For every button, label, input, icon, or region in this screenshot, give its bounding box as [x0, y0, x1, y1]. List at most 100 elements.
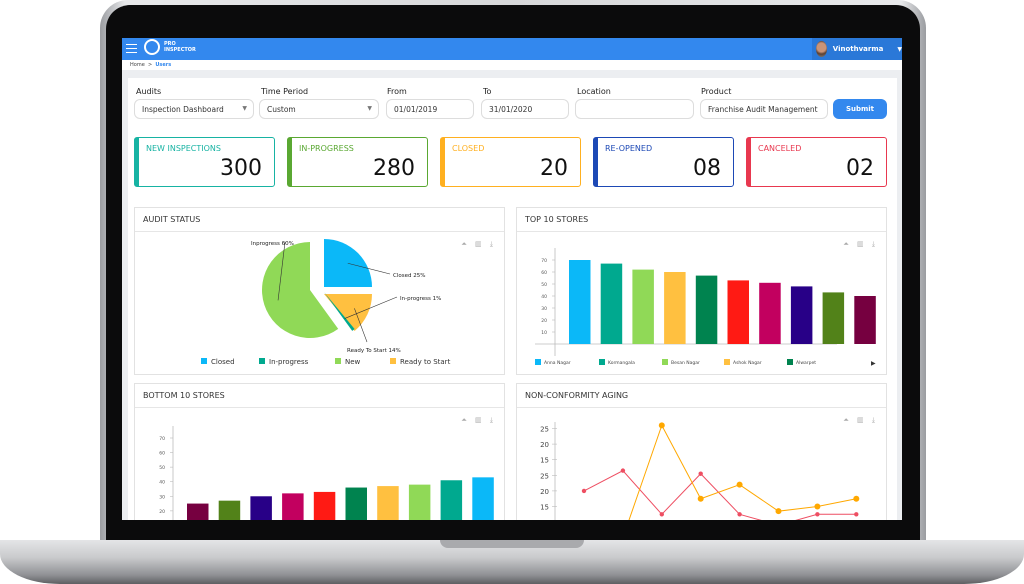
from-date-input[interactable]: 01/01/2019: [386, 99, 474, 119]
screen: PRO INSPECTOR Vinothvarma ▼ Home > Users…: [122, 38, 902, 520]
y-tick-label: 20: [540, 441, 549, 449]
legend-next-icon: ▶: [871, 360, 876, 367]
location-input[interactable]: [575, 99, 694, 119]
bar: [472, 477, 494, 520]
data-point: [814, 503, 821, 510]
bar: [632, 269, 654, 344]
aging-panel: NON-CONFORMITY AGING ⏶ ▥ ⤓ 15 20 25 15 20 25: [516, 383, 887, 520]
to-date-input[interactable]: 31/01/2020: [481, 99, 569, 119]
data-point: [620, 468, 626, 473]
bar: [727, 280, 749, 344]
bar: [408, 484, 431, 520]
series-line: [583, 469, 857, 520]
y-tick-label: 40: [159, 480, 165, 486]
stat-title: RE-OPENED: [605, 144, 653, 153]
bar: [345, 487, 367, 520]
bar: [282, 493, 304, 520]
audits-select[interactable]: Inspection Dashboard ▼: [134, 99, 254, 119]
bar: [313, 491, 336, 520]
data-point: [736, 481, 743, 488]
chart-tools-icons[interactable]: ⏶ ▥ ⤓: [843, 240, 878, 249]
y-tick-label: 50: [541, 282, 547, 288]
y-tick-label: 20: [541, 318, 547, 324]
pie-label: Closed 25%: [393, 273, 425, 279]
breadcrumb-home[interactable]: Home: [130, 62, 145, 68]
stat-card[interactable]: CANCELED 02: [746, 137, 887, 187]
stat-title: NEW INSPECTIONS: [146, 144, 221, 153]
legend-swatch: [335, 358, 341, 364]
y-tick-label: 30: [541, 306, 547, 312]
data-point: [697, 495, 704, 502]
data-point: [659, 512, 664, 517]
data-point: [698, 471, 703, 476]
time-period-label: Time Period: [261, 87, 309, 96]
stat-title: CANCELED: [758, 144, 802, 153]
logo-text: PRO INSPECTOR: [164, 41, 196, 53]
product-label: Product: [701, 87, 732, 96]
stat-value: 08: [693, 156, 721, 181]
legend-label: Anna Nagar: [544, 360, 571, 366]
to-label: To: [483, 87, 492, 96]
bar: [664, 272, 686, 344]
stat-title: IN-PROGRESS: [299, 144, 354, 153]
y-tick-label: 30: [159, 494, 165, 500]
breadcrumb-separator: >: [147, 62, 153, 68]
pie-label: Inprogress 60%: [251, 241, 294, 247]
stat-card[interactable]: CLOSED 20: [440, 137, 581, 187]
chart-tools-icons[interactable]: ⏶ ▥ ⤓: [843, 416, 878, 425]
bar: [440, 480, 463, 520]
legend-label: Besan Nagar: [671, 360, 700, 366]
bar: [790, 286, 813, 344]
menu-icon[interactable]: [126, 44, 137, 53]
y-tick-label: 25: [540, 426, 549, 434]
stat-card[interactable]: NEW INSPECTIONS 300: [134, 137, 275, 187]
chevron-down-icon: ▼: [897, 45, 902, 53]
audits-value: Inspection Dashboard: [142, 105, 224, 114]
y-tick-label: 60: [541, 270, 547, 276]
bar: [822, 292, 845, 344]
aging-chart: 15 20 25 15 20 25: [540, 422, 860, 520]
data-point: [775, 508, 782, 515]
y-tick-label: 10: [541, 330, 547, 336]
location-label: Location: [577, 87, 611, 96]
user-menu[interactable]: Vinothvarma ▼: [812, 38, 902, 60]
y-tick-label: 25: [540, 472, 549, 480]
legend-swatch: [787, 359, 793, 365]
legend-swatch: [201, 358, 207, 364]
top10-chart: 10 20 30 40 50 60 70 Anna Nagar Kormangala Besan …: [535, 248, 876, 367]
chevron-down-icon: ▼: [367, 105, 372, 112]
data-point: [737, 512, 742, 517]
breadcrumb-current: Users: [155, 62, 172, 68]
from-label: From: [387, 87, 407, 96]
data-point: [581, 488, 587, 494]
legend-label: Ashok Nagar: [733, 360, 762, 366]
data-point: [853, 495, 860, 502]
y-tick-label: 20: [540, 488, 549, 496]
time-period-select[interactable]: Custom ▼: [259, 99, 379, 119]
stat-value: 300: [220, 156, 262, 181]
stat-title: CLOSED: [452, 144, 485, 153]
y-tick-label: 50: [159, 465, 165, 471]
data-point: [854, 512, 859, 517]
pie-label: Ready To Start 14%: [347, 348, 401, 354]
legend-label: Ready to Start: [400, 358, 451, 366]
submit-button[interactable]: Submit: [833, 99, 887, 119]
legend-label: Alwarpet: [796, 360, 816, 366]
panel-title: NON-CONFORMITY AGING: [517, 384, 886, 408]
time-period-value: Custom: [267, 105, 296, 114]
dashboard-panel: Audits Inspection Dashboard ▼ Time Period…: [128, 78, 897, 520]
chart-tools-icons[interactable]: ⏶ ▥ ⤓: [461, 240, 496, 249]
stat-card[interactable]: RE-OPENED 08: [593, 137, 734, 187]
chart-tools-icons[interactable]: ⏶ ▥ ⤓: [461, 416, 496, 425]
bar: [187, 503, 209, 520]
panel-title: BOTTOM 10 STORES: [135, 384, 504, 408]
breadcrumb: Home > Users: [122, 60, 902, 70]
legend-swatch: [724, 359, 730, 365]
bottom10-panel: BOTTOM 10 STORES ⏶ ▥ ⤓ 10203040506070: [134, 383, 505, 520]
legend-swatch: [662, 359, 668, 365]
stat-card[interactable]: IN-PROGRESS 280: [287, 137, 428, 187]
legend-swatch: [259, 358, 265, 364]
product-select[interactable]: Franchise Audit Management: [700, 99, 828, 119]
audit-status-chart: Closed 25% Ready To Start 14% In-progress …: [201, 239, 451, 366]
bar: [759, 282, 781, 344]
